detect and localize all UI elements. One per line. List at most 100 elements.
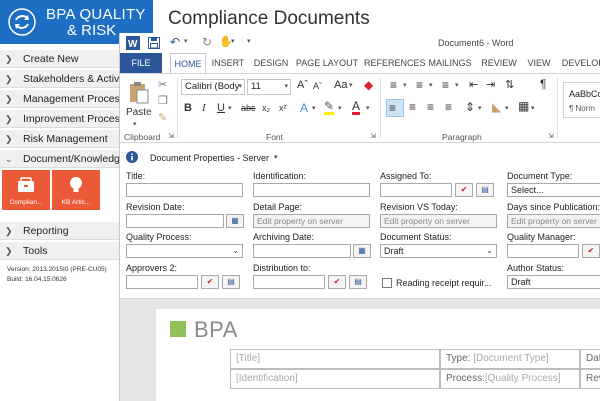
sidebar-item-document[interactable]: ⌄ Document/Knowledg	[0, 150, 120, 168]
paragraph-launcher-icon[interactable]: ⇲	[548, 132, 554, 140]
date-picker-button[interactable]: ▦	[226, 214, 244, 228]
sidebar-item-management[interactable]: ❯ Management Proces	[0, 90, 120, 108]
tab-review[interactable]: REVIEW	[480, 53, 518, 73]
redo-icon[interactable]: ↻	[202, 35, 212, 49]
document-page[interactable]: BPA [Title] Type: [Document Type] Date […	[156, 309, 600, 401]
show-formatting-icon[interactable]: ¶	[540, 77, 546, 91]
identification-content-control[interactable]: [Identification]	[230, 369, 440, 389]
tab-file[interactable]: FILE	[120, 53, 162, 73]
tab-mailings[interactable]: MAILINGS	[426, 53, 474, 73]
subscript-icon[interactable]: x₂	[262, 103, 270, 113]
font-color-dropdown-icon[interactable]: ▾	[366, 104, 370, 112]
sidebar-item-reporting[interactable]: ❯ Reporting	[0, 222, 120, 240]
date-picker-button[interactable]: ▦	[353, 244, 371, 258]
process-content-control[interactable]: Process:[Quality Process]	[440, 369, 580, 389]
document-status-select[interactable]: Draft ⌄	[380, 244, 497, 258]
multilevel-dropdown-icon[interactable]: ▾	[455, 81, 459, 89]
document-properties-label[interactable]: Document Properties - Server	[150, 153, 269, 163]
bullets-dropdown-icon[interactable]: ▾	[403, 81, 407, 89]
bullets-icon[interactable]: ≡	[390, 78, 397, 92]
shading-dropdown-icon[interactable]: ▾	[505, 104, 509, 112]
tab-references[interactable]: REFERENCES	[364, 53, 426, 73]
line-spacing-dropdown-icon[interactable]: ▾	[478, 104, 482, 112]
paste-dropdown-icon[interactable]: ▾	[133, 120, 137, 128]
sidebar-item-create-new[interactable]: ❯ Create New	[0, 50, 120, 68]
save-icon[interactable]	[148, 37, 160, 49]
text-effects-icon[interactable]: A	[300, 101, 308, 115]
font-launcher-icon[interactable]: ⇲	[370, 132, 376, 140]
highlight-dropdown-icon[interactable]: ▾	[338, 104, 342, 112]
align-right-icon[interactable]: ≡	[427, 100, 434, 114]
italic-icon[interactable]: I	[202, 102, 206, 114]
tab-insert[interactable]: INSERT	[208, 53, 248, 73]
font-color-icon[interactable]: A	[352, 100, 361, 115]
strikethrough-icon[interactable]: abc	[241, 103, 256, 113]
sidebar-item-risk[interactable]: ❯ Risk Management	[0, 130, 120, 148]
browse-people-button[interactable]: ▤	[349, 275, 367, 289]
grow-font-icon[interactable]: Aˆ	[297, 79, 308, 91]
increase-indent-icon[interactable]: ⇥	[486, 78, 495, 91]
archiving-date-input[interactable]	[253, 244, 351, 258]
tab-developer[interactable]: DEVELOP	[560, 53, 600, 73]
identification-input[interactable]	[253, 183, 370, 197]
cut-icon[interactable]: ✂	[158, 78, 167, 91]
borders-dropdown-icon[interactable]: ▾	[531, 104, 535, 112]
reading-receipt-checkbox[interactable]	[382, 278, 392, 288]
clear-formatting-icon[interactable]: ◆	[364, 78, 373, 92]
font-name-combo[interactable]: Calibri (Body ▾	[181, 79, 245, 95]
multilevel-list-icon[interactable]: ≡	[442, 78, 449, 92]
revision-date-input[interactable]	[126, 214, 224, 228]
title-input[interactable]	[126, 183, 243, 197]
customize-qat-icon[interactable]: ▾	[247, 37, 251, 45]
tile-kb-articles[interactable]: KB Artic...	[52, 170, 100, 210]
check-names-button[interactable]: ✔	[455, 183, 473, 197]
check-names-button[interactable]: ✔	[328, 275, 346, 289]
shading-icon[interactable]: ◣	[492, 100, 501, 114]
superscript-icon[interactable]: x²	[279, 103, 287, 113]
title-content-control[interactable]: [Title]	[230, 349, 440, 369]
revision-content-control[interactable]: Revi	[580, 369, 600, 389]
approvers-input[interactable]	[126, 275, 198, 289]
copy-icon[interactable]: ❐	[158, 94, 168, 107]
tile-compliance[interactable]: Complian...	[2, 170, 50, 210]
tab-view[interactable]: VIEW	[524, 53, 554, 73]
tab-home[interactable]: HOME	[170, 53, 206, 73]
tab-page-layout[interactable]: PAGE LAYOUT	[294, 53, 360, 73]
decrease-indent-icon[interactable]: ⇤	[469, 78, 478, 91]
quality-manager-input[interactable]	[507, 244, 579, 258]
justify-icon[interactable]: ≡	[445, 100, 452, 114]
author-status-select[interactable]: Draft	[507, 275, 600, 289]
change-case-icon[interactable]: Aa	[334, 79, 347, 91]
quality-process-select[interactable]: ⌄	[126, 244, 243, 258]
check-names-button[interactable]: ✔	[582, 244, 600, 258]
numbering-dropdown-icon[interactable]: ▾	[429, 81, 433, 89]
bold-icon[interactable]: B	[184, 102, 192, 114]
browse-people-button[interactable]: ▤	[476, 183, 494, 197]
font-size-combo[interactable]: 11 ▾	[247, 79, 291, 95]
borders-icon[interactable]: ▦	[518, 99, 529, 113]
align-left-button[interactable]: ≡	[386, 99, 404, 117]
undo-dropdown-icon[interactable]: ▾	[184, 37, 188, 45]
distribution-input[interactable]	[253, 275, 325, 289]
underline-icon[interactable]: U	[217, 102, 225, 114]
change-case-dropdown-icon[interactable]: ▾	[349, 81, 353, 89]
browse-people-button[interactable]: ▤	[222, 275, 240, 289]
shrink-font-icon[interactable]: Aˇ	[313, 81, 322, 91]
underline-dropdown-icon[interactable]: ▾	[228, 104, 232, 112]
properties-dropdown-icon[interactable]: ▾	[274, 153, 278, 161]
format-painter-icon[interactable]: ✎	[158, 111, 167, 124]
touch-dropdown-icon[interactable]: ▾	[231, 37, 235, 45]
style-normal[interactable]: AaBbCc ¶ Norm	[563, 82, 600, 118]
document-type-content-control[interactable]: Type: [Document Type]	[440, 349, 580, 369]
align-center-icon[interactable]: ≡	[409, 100, 416, 114]
line-spacing-icon[interactable]: ⇕	[465, 100, 475, 114]
paste-icon[interactable]	[129, 80, 149, 104]
date-content-control[interactable]: Date	[580, 349, 600, 369]
numbering-icon[interactable]: ≡	[416, 78, 423, 92]
sidebar-item-stakeholders[interactable]: ❯ Stakeholders & Activ	[0, 70, 120, 88]
document-type-select[interactable]: Select...	[507, 183, 600, 197]
paste-button[interactable]: Paste	[126, 107, 152, 118]
assigned-to-input[interactable]	[380, 183, 452, 197]
tab-design[interactable]: DESIGN	[250, 53, 292, 73]
sidebar-item-tools[interactable]: ❯ Tools	[0, 242, 120, 260]
